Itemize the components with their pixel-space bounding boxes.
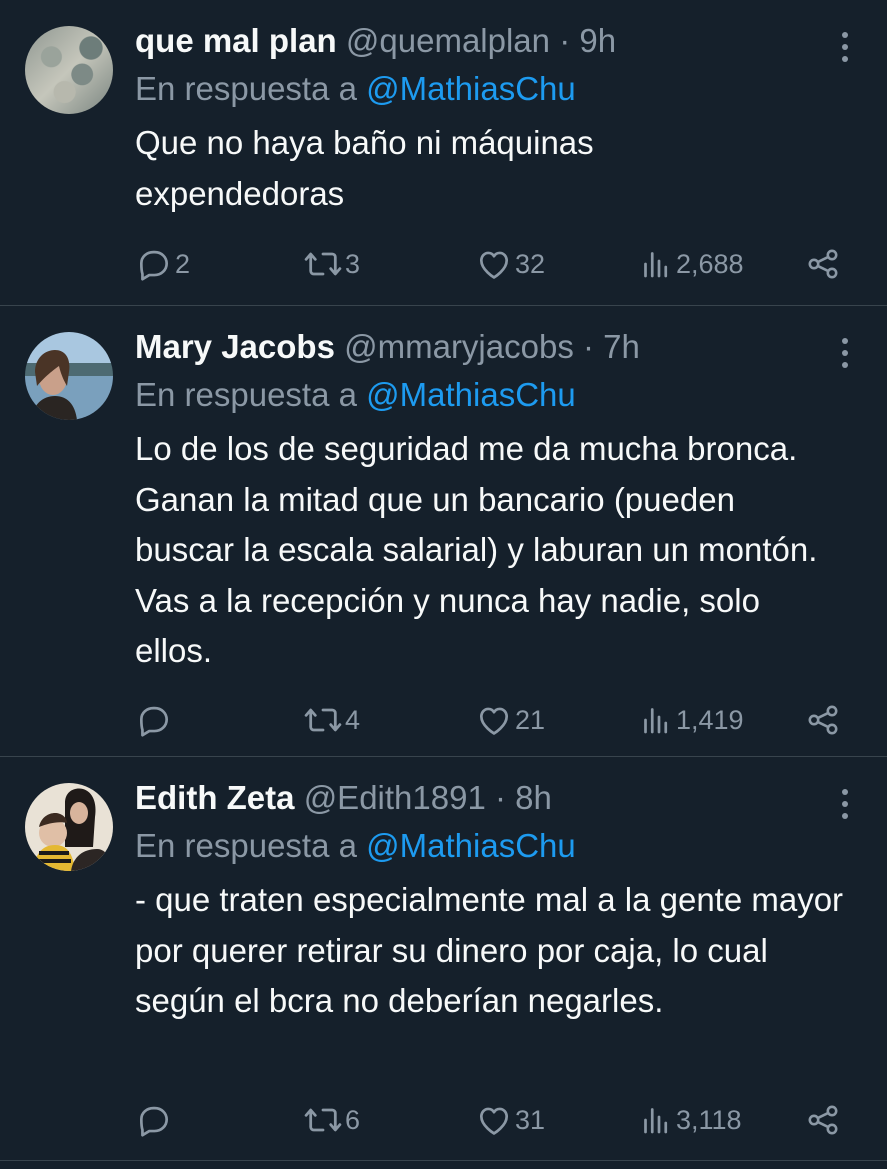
tweet-content: Mary Jacobs @mmaryjacobs · 7h En respues… — [135, 324, 847, 677]
view-count: 1,419 — [676, 704, 744, 735]
tweet[interactable]: Mary Jacobs @mmaryjacobs · 7h En respues… — [0, 306, 887, 757]
share-button[interactable] — [805, 1100, 841, 1140]
display-name[interactable]: Mary Jacobs — [135, 328, 335, 365]
avatar-photo — [31, 350, 77, 420]
view-count: 3,118 — [676, 1104, 742, 1135]
views-button[interactable]: 1,419 — [638, 700, 744, 740]
retweet-count: 4 — [345, 704, 361, 735]
timestamp[interactable]: 9h — [579, 22, 616, 59]
avatar-photo — [33, 788, 109, 871]
share-icon — [808, 705, 838, 735]
mention-link[interactable]: @MathiasChu — [366, 70, 576, 107]
display-name[interactable]: Edith Zeta — [135, 779, 295, 816]
retweet-button[interactable]: 4 — [303, 700, 360, 740]
retweet-icon — [304, 1108, 342, 1132]
display-name[interactable]: que mal plan — [135, 22, 337, 59]
user-handle[interactable]: @mmaryjacobs — [344, 328, 574, 365]
retweet-icon — [304, 252, 342, 276]
action-bar: 4 21 1,419 — [135, 700, 887, 740]
reply-icon — [139, 1106, 169, 1137]
action-bar: 6 31 3,118 — [135, 1100, 887, 1140]
share-icon — [808, 249, 838, 279]
share-button[interactable] — [805, 700, 841, 740]
reply-context: En respuesta a @MathiasChu — [135, 64, 847, 114]
like-button[interactable]: 32 — [475, 244, 545, 284]
like-button[interactable]: 31 — [475, 1100, 545, 1140]
retweet-button[interactable]: 3 — [303, 244, 360, 284]
separator-dot: · — [583, 328, 594, 365]
timestamp[interactable]: 7h — [603, 328, 640, 365]
views-icon — [644, 1108, 668, 1134]
tweet-content: que mal plan @quemalplan · 9h En respues… — [135, 18, 847, 219]
mention-link[interactable]: @MathiasChu — [366, 376, 576, 413]
retweet-count: 6 — [345, 1104, 361, 1135]
share-button[interactable] — [805, 244, 841, 284]
tweet-text: - que traten especialmente mal a la gent… — [135, 881, 844, 1019]
more-options-icon[interactable] — [839, 30, 851, 64]
separator-dot: · — [495, 779, 506, 816]
like-button[interactable]: 21 — [475, 700, 545, 740]
reply-button[interactable] — [135, 1100, 175, 1140]
reply-icon — [139, 706, 169, 737]
avatar[interactable] — [25, 26, 113, 114]
views-icon — [644, 708, 668, 734]
reply-context: En respuesta a @MathiasChu — [135, 370, 847, 420]
reply-prefix: En respuesta a — [135, 827, 357, 864]
user-handle[interactable]: @quemalplan — [346, 22, 550, 59]
reply-prefix: En respuesta a — [135, 376, 357, 413]
more-options-icon[interactable] — [839, 336, 851, 370]
view-count: 2,688 — [676, 248, 744, 279]
retweet-icon — [304, 708, 342, 732]
like-count: 32 — [515, 248, 546, 279]
reply-button[interactable] — [135, 700, 175, 740]
tweet-header: Edith Zeta @Edith1891 · 8h — [135, 775, 847, 821]
avatar[interactable] — [25, 332, 113, 420]
like-icon — [479, 1107, 509, 1135]
mention-link[interactable]: @MathiasChu — [366, 827, 576, 864]
retweet-count: 3 — [345, 248, 361, 279]
views-button[interactable]: 3,118 — [638, 1100, 742, 1140]
user-handle[interactable]: @Edith1891 — [304, 779, 486, 816]
separator-dot: · — [559, 22, 571, 59]
like-icon — [479, 707, 509, 735]
reply-context: En respuesta a @MathiasChu — [135, 821, 847, 871]
action-bar: 2 3 32 2,688 — [135, 244, 887, 284]
tweet-header: Mary Jacobs @mmaryjacobs · 7h — [135, 324, 847, 370]
views-button[interactable]: 2,688 — [638, 244, 744, 284]
like-icon — [479, 251, 509, 279]
timestamp[interactable]: 8h — [515, 779, 552, 816]
share-icon — [808, 1105, 838, 1135]
views-icon — [644, 252, 668, 278]
like-count: 21 — [515, 704, 546, 735]
reply-count: 2 — [175, 248, 191, 279]
tweet[interactable]: que mal plan @quemalplan · 9h En respues… — [0, 0, 887, 306]
tweet[interactable]: Edith Zeta @Edith1891 · 8h En respuesta … — [0, 757, 887, 1161]
avatar[interactable] — [25, 783, 113, 871]
reply-icon — [139, 250, 169, 281]
tweet-text: Que no haya baño ni máquinas expendedora… — [135, 124, 594, 212]
more-options-icon[interactable] — [839, 787, 851, 821]
reply-prefix: En respuesta a — [135, 70, 357, 107]
timeline: que mal plan @quemalplan · 9h En respues… — [0, 0, 887, 1161]
tweet-content: Edith Zeta @Edith1891 · 8h En respuesta … — [135, 775, 847, 1027]
reply-button[interactable]: 2 — [135, 244, 190, 284]
tweet-header: que mal plan @quemalplan · 9h — [135, 18, 847, 64]
tweet-text: Lo de los de seguridad me da mucha bronc… — [135, 430, 818, 669]
like-count: 31 — [515, 1104, 546, 1135]
retweet-button[interactable]: 6 — [303, 1100, 360, 1140]
